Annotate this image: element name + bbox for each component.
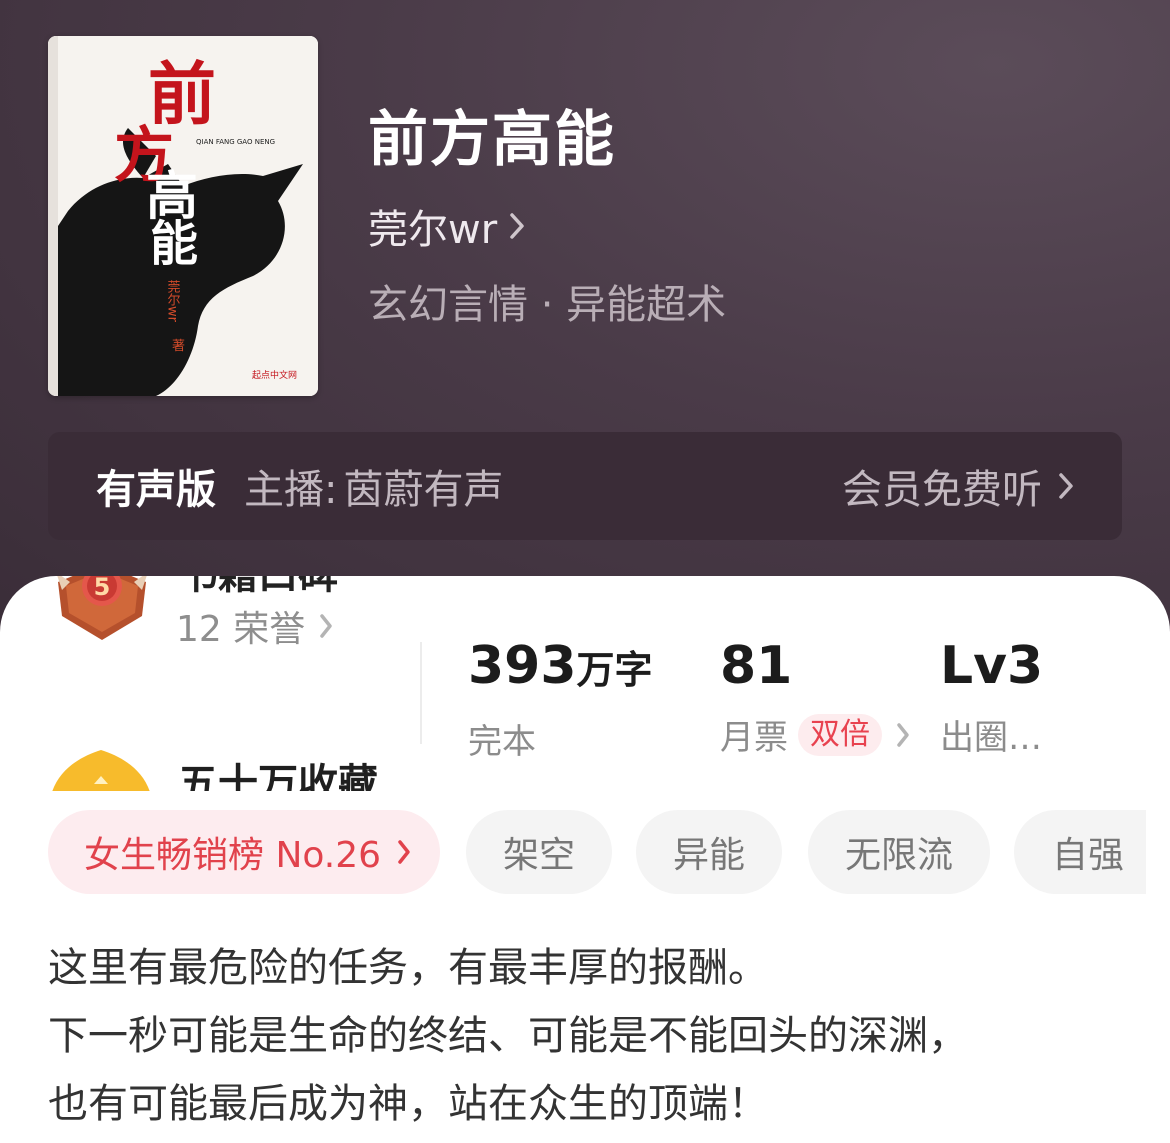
description-line: 下一秒可能是生命的终结、可能是不能回头的深渊， bbox=[48, 1013, 968, 1059]
description-line: 也有可能最后成为神，站在众生的顶端！ bbox=[48, 1081, 768, 1127]
cover-author: 莞尔wr bbox=[165, 280, 181, 323]
tag-list: 女生畅销榜 No.26 架空 异能 无限流 自强 bbox=[48, 810, 1146, 894]
chevron-right-icon bbox=[397, 839, 411, 865]
divider bbox=[420, 642, 422, 744]
audio-host-name: 茵蔚有声 bbox=[343, 467, 504, 513]
cover-title-char-4: 能 bbox=[150, 216, 198, 272]
cover-art: 前 方 高 能 QIAN FANG GAO NENG 莞尔wr 著 起点中文网 bbox=[48, 36, 318, 396]
audio-version-bar[interactable]: 有声版 主播: 茵蔚有声 会员免费听 bbox=[48, 432, 1122, 540]
level-value: Lv3 bbox=[940, 636, 1044, 696]
honor-count: 12 荣誉 bbox=[176, 609, 306, 650]
description-line: 这里有最危险的任务，有最丰厚的报酬。 bbox=[48, 945, 768, 991]
audio-host-prefix: 主播: bbox=[244, 467, 338, 513]
tag-chip[interactable]: 异能 bbox=[636, 810, 782, 894]
stat-monthly-tickets[interactable]: 81 月票 双倍 bbox=[720, 634, 910, 759]
rank-chip[interactable]: 女生畅销榜 No.26 bbox=[48, 810, 440, 894]
words-value: 393 bbox=[468, 636, 577, 696]
crown-icon bbox=[52, 750, 150, 791]
chevron-right-icon bbox=[1058, 472, 1074, 500]
book-info-panel: 5 书籍口碑 12 荣誉 五十万收藏 393万字 完本 81 月票 bbox=[0, 576, 1170, 1143]
chevron-right-icon bbox=[509, 212, 525, 240]
words-status: 完本 bbox=[468, 722, 536, 762]
tag-chip[interactable]: 无限流 bbox=[808, 810, 990, 894]
chevron-right-icon bbox=[319, 613, 333, 639]
audio-version-label: 有声版 bbox=[96, 467, 216, 513]
free-listen-label: 会员免费听 bbox=[842, 467, 1042, 513]
tag-chip[interactable]: 自强 bbox=[1014, 810, 1146, 894]
double-tag: 双倍 bbox=[798, 713, 882, 756]
chevron-right-icon bbox=[896, 722, 910, 748]
words-label: 完本 bbox=[468, 714, 653, 763]
rank-label: 女生畅销榜 No.26 bbox=[84, 835, 382, 876]
words-unit: 万字 bbox=[576, 648, 653, 692]
book-genre: 玄幻言情 · 异能超术 bbox=[368, 282, 727, 328]
collect-label: 五十万收藏 bbox=[178, 761, 378, 791]
book-cover[interactable]: 前 方 高 能 QIAN FANG GAO NENG 莞尔wr 著 起点中文网 bbox=[48, 36, 318, 396]
honor-section: 5 书籍口碑 12 荣誉 五十万收藏 bbox=[0, 576, 410, 791]
tag-chip[interactable]: 架空 bbox=[466, 810, 612, 894]
free-listen-button[interactable]: 会员免费听 bbox=[842, 457, 1074, 515]
cover-publisher: 起点中文网 bbox=[252, 369, 297, 381]
book-description[interactable]: 这里有最危险的任务，有最丰厚的报酬。 下一秒可能是生命的终结、可能是不能回头的深… bbox=[48, 934, 1128, 1138]
tickets-label: 月票 bbox=[720, 718, 788, 758]
honor-title: 书籍口碑 bbox=[178, 576, 338, 600]
medal-level: 5 bbox=[94, 576, 111, 601]
medal-icon: 5 bbox=[52, 576, 152, 648]
stat-level[interactable]: Lv3 出圈… bbox=[940, 634, 1043, 759]
author-link[interactable]: 莞尔wr bbox=[368, 198, 525, 254]
cover-author-suffix: 著 bbox=[172, 339, 185, 354]
stat-words: 393万字 完本 bbox=[468, 634, 653, 763]
level-label: 出圈… bbox=[940, 718, 1042, 758]
tickets-value: 81 bbox=[720, 636, 793, 696]
honor-link[interactable]: 12 荣誉 bbox=[176, 600, 333, 652]
book-title: 前方高能 bbox=[368, 105, 616, 175]
author-name: 莞尔wr bbox=[368, 207, 498, 253]
cover-pinyin: QIAN FANG GAO NENG bbox=[196, 138, 275, 146]
